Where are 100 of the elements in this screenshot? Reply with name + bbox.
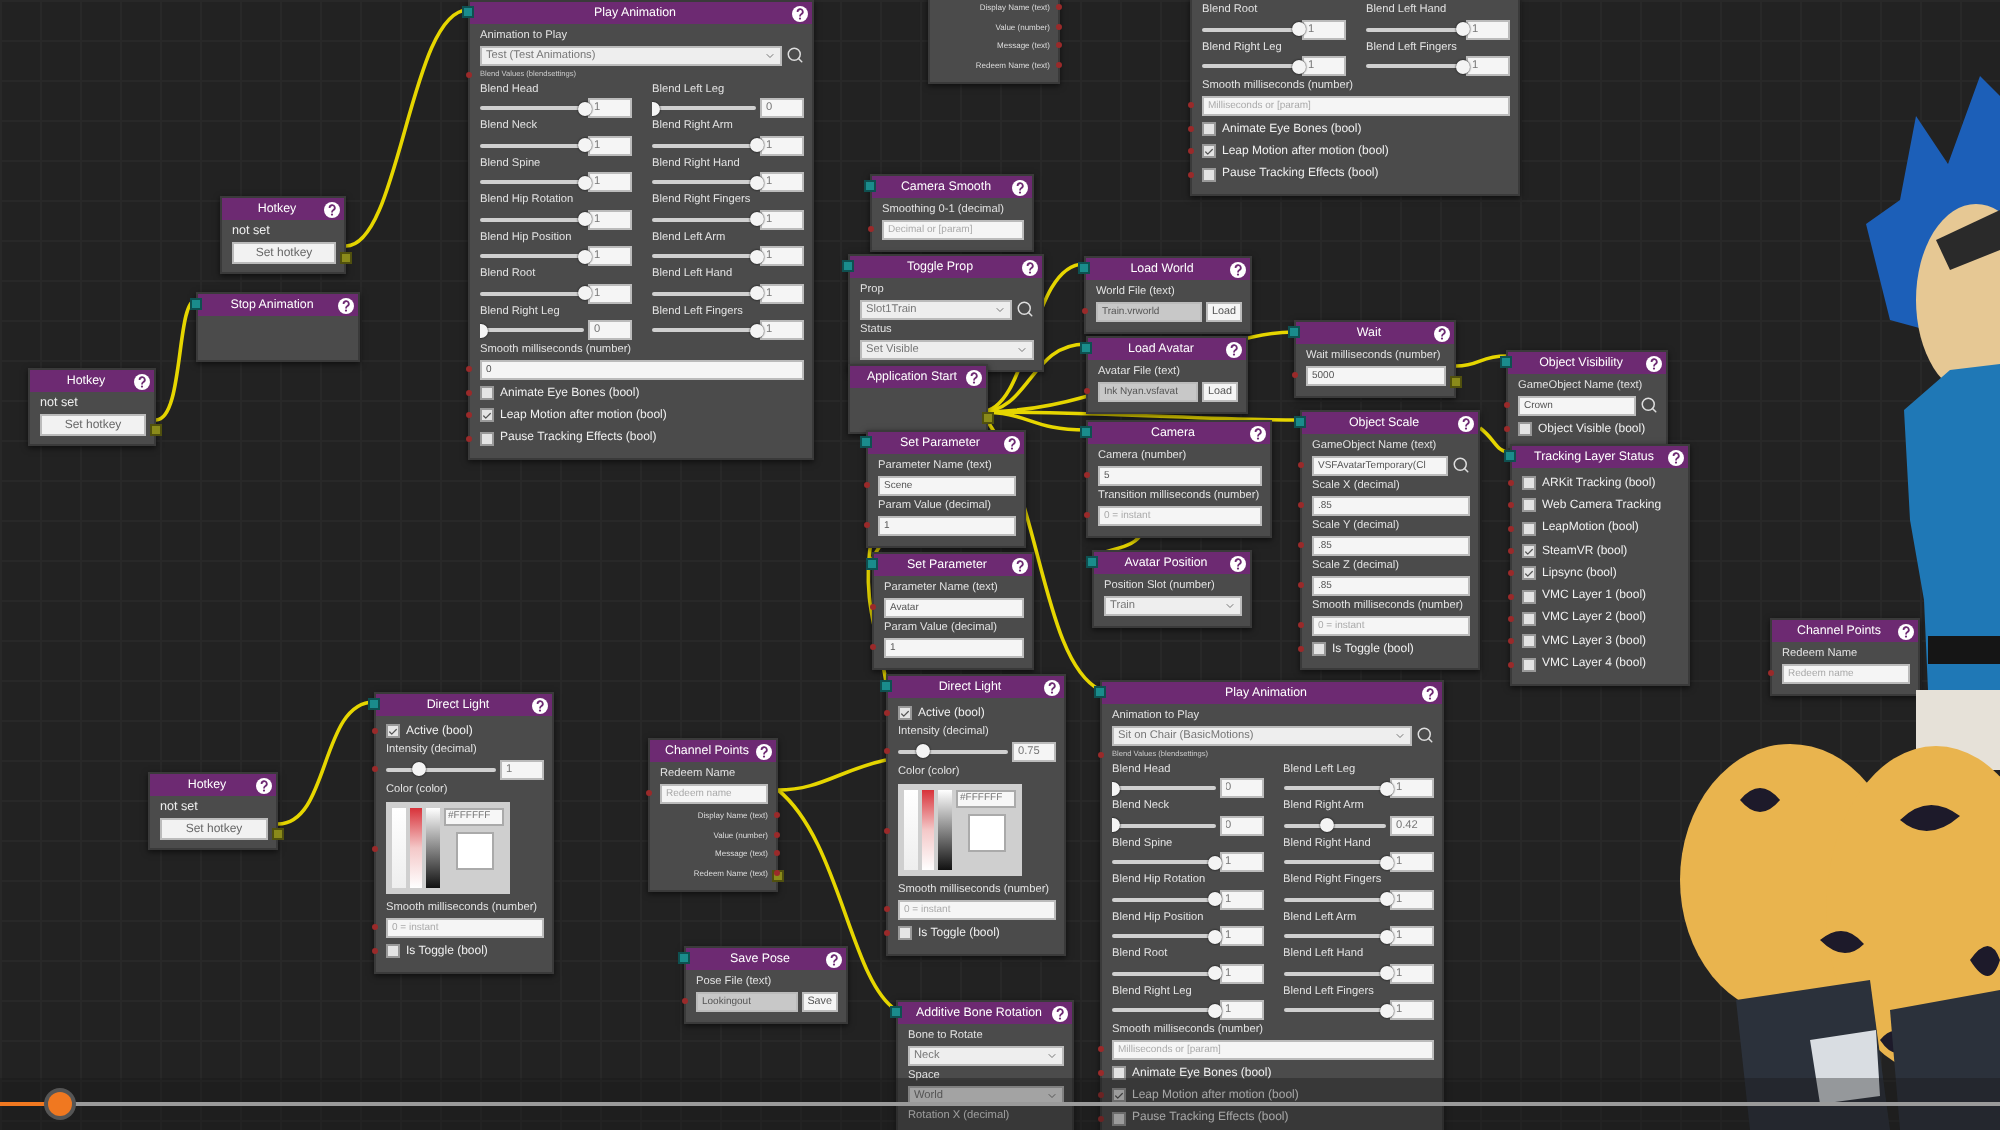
socket-dot[interactable] (1098, 1046, 1104, 1052)
input-port[interactable] (1500, 356, 1512, 368)
input-port[interactable] (866, 558, 878, 570)
socket-dot[interactable] (1298, 502, 1304, 508)
checkbox[interactable] (898, 926, 912, 941)
input-port[interactable] (890, 1006, 902, 1018)
help-icon[interactable] (1250, 425, 1266, 441)
input-port[interactable] (368, 698, 380, 710)
help-icon[interactable] (1898, 623, 1914, 639)
checkbox[interactable] (1112, 1088, 1126, 1103)
socket-dot[interactable] (884, 710, 890, 717)
socket-dot[interactable] (868, 226, 874, 232)
socket-dot[interactable] (1508, 525, 1514, 532)
socket-dot[interactable] (466, 366, 472, 372)
input-port[interactable] (1288, 326, 1300, 338)
socket-dot[interactable] (466, 412, 472, 419)
socket-dot[interactable] (1768, 670, 1774, 676)
search-icon[interactable] (1416, 726, 1434, 744)
socket-dot[interactable] (372, 728, 378, 735)
help-icon[interactable] (1004, 435, 1020, 451)
socket-dot[interactable] (682, 998, 688, 1004)
search-icon[interactable] (1016, 300, 1034, 318)
input-port[interactable] (462, 6, 474, 18)
socket-dot[interactable] (1084, 388, 1090, 394)
help-icon[interactable] (1012, 557, 1028, 573)
socket-dot[interactable] (1188, 126, 1194, 133)
input-port[interactable] (678, 952, 690, 964)
help-icon[interactable] (1422, 685, 1438, 701)
socket-dot[interactable] (774, 831, 780, 838)
socket-dot[interactable] (1082, 308, 1088, 314)
input-port[interactable] (1504, 450, 1516, 462)
checkbox[interactable] (1112, 1111, 1126, 1126)
socket-dot[interactable] (1508, 593, 1514, 600)
input-port[interactable] (880, 680, 892, 692)
checkbox[interactable] (1522, 634, 1536, 649)
socket-dot[interactable] (1508, 502, 1514, 509)
slider-thumb[interactable] (915, 744, 930, 759)
socket-dot[interactable] (372, 924, 378, 931)
checkbox[interactable] (1518, 422, 1532, 437)
checkbox[interactable] (1522, 521, 1536, 536)
search-icon[interactable] (786, 46, 804, 64)
socket-dot[interactable] (1084, 512, 1090, 518)
help-icon[interactable] (792, 5, 808, 21)
input-port[interactable] (1094, 686, 1106, 698)
help-icon[interactable] (134, 373, 150, 389)
help-icon[interactable] (256, 777, 272, 793)
socket-dot[interactable] (1508, 615, 1514, 622)
checkbox[interactable] (1522, 566, 1536, 581)
slider[interactable] (898, 744, 1008, 759)
socket-dot[interactable] (1508, 548, 1514, 555)
input-port[interactable] (1294, 416, 1306, 428)
help-icon[interactable] (1668, 449, 1684, 465)
input-port[interactable] (1080, 342, 1092, 354)
saturation-bar[interactable] (409, 807, 423, 888)
socket-dot[interactable] (1508, 480, 1514, 487)
socket-dot[interactable] (1292, 372, 1298, 378)
help-icon[interactable] (966, 369, 982, 385)
socket-dot[interactable] (466, 71, 472, 77)
help-icon[interactable] (1434, 325, 1450, 341)
help-icon[interactable] (532, 697, 548, 713)
input-port[interactable] (1080, 426, 1092, 438)
socket-dot[interactable] (1508, 570, 1514, 577)
help-icon[interactable] (338, 297, 354, 313)
socket-dot[interactable] (1098, 751, 1104, 757)
search-icon[interactable] (1640, 396, 1658, 414)
socket-dot[interactable] (864, 482, 870, 488)
input-port[interactable] (842, 260, 854, 272)
checkbox[interactable] (480, 431, 494, 446)
socket-dot[interactable] (1188, 102, 1194, 108)
brightness-bar[interactable] (938, 789, 953, 870)
socket-dot[interactable] (646, 790, 652, 796)
socket-dot[interactable] (466, 435, 472, 442)
socket-dot[interactable] (1298, 646, 1304, 653)
input-port[interactable] (1086, 556, 1098, 568)
slider[interactable] (1112, 818, 1215, 832)
socket-dot[interactable] (1056, 23, 1062, 30)
checkbox[interactable] (480, 408, 494, 423)
checkbox[interactable] (898, 706, 912, 721)
socket-dot[interactable] (1504, 402, 1510, 408)
checkbox[interactable] (1522, 498, 1536, 513)
checkbox[interactable] (1312, 642, 1326, 657)
help-icon[interactable] (1012, 179, 1028, 195)
checkbox[interactable] (386, 724, 400, 739)
socket-dot[interactable] (1298, 542, 1304, 548)
socket-dot[interactable] (1188, 148, 1194, 155)
checkbox[interactable] (386, 944, 400, 959)
brightness-bar[interactable] (426, 807, 441, 888)
help-icon[interactable] (1226, 341, 1242, 357)
help-icon[interactable] (1230, 261, 1246, 277)
help-icon[interactable] (1022, 259, 1038, 275)
socket-dot[interactable] (884, 827, 890, 834)
help-icon[interactable] (1044, 679, 1060, 695)
socket-dot[interactable] (1298, 462, 1304, 468)
help-icon[interactable] (324, 201, 340, 217)
help-icon[interactable] (756, 743, 772, 759)
socket-dot[interactable] (884, 748, 890, 755)
help-icon[interactable] (1646, 355, 1662, 371)
checkbox[interactable] (1522, 657, 1536, 672)
socket-dot[interactable] (1084, 472, 1090, 478)
socket-dot[interactable] (1098, 1070, 1104, 1077)
